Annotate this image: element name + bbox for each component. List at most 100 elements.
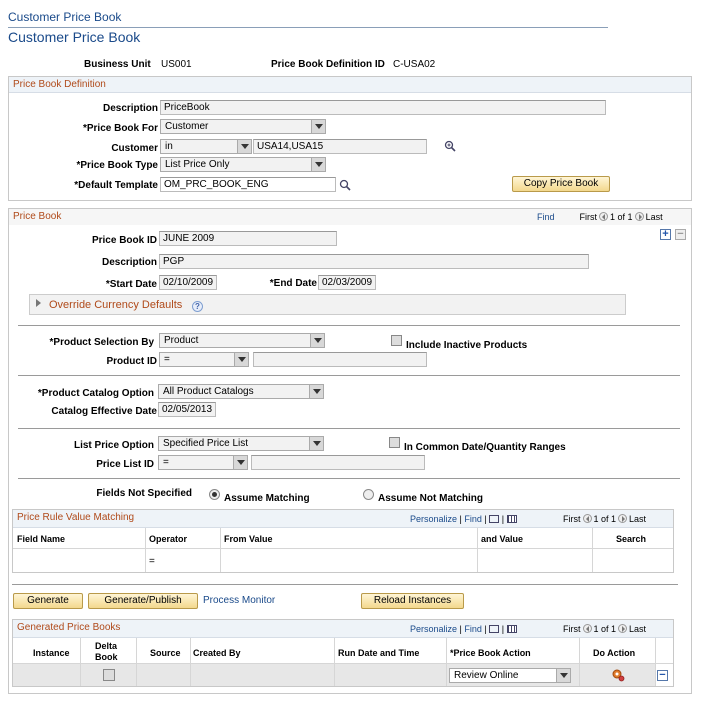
start-date-label: *Start Date bbox=[105, 279, 157, 290]
personalize-link[interactable]: Personalize bbox=[410, 514, 457, 524]
price-list-id-operator-select[interactable]: = bbox=[158, 455, 248, 470]
col-from-value: From Value bbox=[224, 534, 273, 544]
product-id-operator-value: = bbox=[164, 354, 170, 365]
col-source: Source bbox=[150, 648, 181, 658]
next-icon[interactable] bbox=[618, 514, 628, 523]
include-inactive-checkbox[interactable] bbox=[391, 335, 402, 346]
price-book-definition-header bbox=[9, 77, 691, 93]
assume-not-matching-radio[interactable] bbox=[363, 489, 374, 500]
description-input[interactable]: PriceBook bbox=[160, 100, 606, 115]
col-and-value: and Value bbox=[481, 534, 524, 544]
product-id-input[interactable] bbox=[253, 352, 427, 367]
customer-input[interactable]: USA14,USA15 bbox=[253, 139, 427, 154]
chevron-down-icon[interactable] bbox=[309, 385, 323, 398]
row-count: 1 of 1 bbox=[593, 514, 617, 524]
list-price-option-select[interactable]: Specified Price List bbox=[158, 436, 324, 451]
copy-price-book-button[interactable]: Copy Price Book bbox=[512, 176, 610, 192]
col-created-by: Created By bbox=[193, 648, 241, 658]
pb-description-input[interactable]: PGP bbox=[159, 254, 589, 269]
grid-col-divider bbox=[136, 638, 137, 686]
default-template-label: *Default Template bbox=[74, 180, 158, 191]
price-book-id-input[interactable]: JUNE 2009 bbox=[159, 231, 337, 246]
search-icon[interactable] bbox=[339, 179, 351, 191]
catalog-option-select[interactable]: All Product Catalogs bbox=[158, 384, 324, 399]
price-book-action-select[interactable]: Review Online bbox=[449, 668, 571, 683]
generate-publish-button[interactable]: Generate/Publish bbox=[88, 593, 198, 609]
col-instance: Instance bbox=[33, 648, 70, 658]
next-icon[interactable] bbox=[634, 212, 644, 221]
view-all-icon[interactable] bbox=[489, 625, 500, 633]
zoom-lookup-icon[interactable] bbox=[444, 140, 456, 152]
generated-grid-nav: Personalize | Find | | bbox=[410, 624, 517, 634]
process-monitor-link[interactable]: Process Monitor bbox=[203, 595, 275, 606]
chevron-down-icon[interactable] bbox=[234, 353, 248, 366]
col-search: Search bbox=[616, 534, 647, 544]
pb-description-label: Description bbox=[101, 257, 157, 268]
product-selection-select[interactable]: Product bbox=[159, 333, 325, 348]
last-label: Last bbox=[629, 624, 647, 634]
col-price-book-action: *Price Book Action bbox=[450, 648, 531, 658]
page-title: Customer Price Book bbox=[8, 29, 141, 45]
end-date-input[interactable]: 02/03/2009 bbox=[318, 275, 376, 290]
override-currency-label[interactable]: Override Currency Defaults bbox=[49, 299, 182, 311]
find-link[interactable]: Find bbox=[464, 624, 482, 634]
price-book-title: Price Book bbox=[13, 211, 62, 222]
find-link[interactable]: Find bbox=[537, 212, 555, 222]
catalog-option-label: *Product Catalog Option bbox=[37, 388, 154, 399]
chevron-down-icon[interactable] bbox=[310, 334, 324, 347]
default-template-input[interactable]: OM_PRC_BOOK_ENG bbox=[160, 177, 336, 192]
delete-row-icon[interactable]: − bbox=[675, 229, 686, 240]
chevron-down-icon[interactable] bbox=[311, 120, 325, 133]
chevron-down-icon[interactable] bbox=[233, 456, 247, 469]
breadcrumb-divider bbox=[8, 27, 608, 28]
do-action-gear-icon[interactable] bbox=[611, 668, 625, 682]
expand-triangle-icon[interactable] bbox=[36, 299, 41, 307]
price-list-id-label: Price List ID bbox=[96, 459, 154, 470]
view-all-icon[interactable] bbox=[489, 515, 500, 523]
divider bbox=[18, 428, 680, 429]
divider bbox=[18, 478, 680, 479]
product-selection-label: *Product Selection By bbox=[49, 337, 154, 348]
breadcrumb: Customer Price Book bbox=[8, 10, 122, 24]
price-book-type-select[interactable]: List Price Only bbox=[160, 157, 326, 172]
reload-instances-button[interactable]: Reload Instances bbox=[361, 593, 464, 609]
grid-col-divider bbox=[334, 638, 335, 686]
add-row-icon[interactable]: + bbox=[660, 229, 671, 240]
price-list-id-input[interactable] bbox=[251, 455, 425, 470]
chevron-down-icon[interactable] bbox=[311, 158, 325, 171]
chevron-down-icon[interactable] bbox=[237, 140, 251, 153]
customer-label: Customer bbox=[111, 143, 158, 154]
previous-icon[interactable] bbox=[599, 212, 609, 221]
help-icon[interactable]: ? bbox=[192, 301, 203, 312]
delete-row-icon[interactable]: − bbox=[657, 670, 668, 681]
business-unit-value: US001 bbox=[161, 59, 192, 70]
catalog-date-input[interactable]: 02/05/2013 bbox=[158, 402, 216, 417]
first-label: First bbox=[563, 514, 581, 524]
personalize-link[interactable]: Personalize bbox=[410, 624, 457, 634]
last-label: Last bbox=[645, 212, 663, 222]
business-unit-label: Business Unit bbox=[84, 59, 151, 70]
delta-book-checkbox[interactable] bbox=[103, 669, 115, 681]
customer-operator-select[interactable]: in bbox=[160, 139, 252, 154]
product-id-operator-select[interactable]: = bbox=[159, 352, 249, 367]
next-icon[interactable] bbox=[618, 624, 628, 633]
start-date-input[interactable]: 02/10/2009 bbox=[159, 275, 217, 290]
common-date-checkbox[interactable] bbox=[389, 437, 400, 448]
grid-header-border bbox=[13, 548, 673, 549]
previous-icon[interactable] bbox=[582, 514, 592, 523]
common-date-label: In Common Date/Quantity Ranges bbox=[404, 442, 566, 453]
generate-button[interactable]: Generate bbox=[13, 593, 83, 609]
download-grid-icon[interactable] bbox=[506, 625, 517, 633]
list-price-option-label: List Price Option bbox=[73, 440, 154, 451]
previous-icon[interactable] bbox=[582, 624, 592, 633]
download-grid-icon[interactable] bbox=[506, 515, 517, 523]
definition-id-value: C-USA02 bbox=[393, 59, 436, 70]
divider bbox=[18, 375, 680, 376]
price-book-for-label: *Price Book For bbox=[82, 123, 158, 134]
chevron-down-icon[interactable] bbox=[309, 437, 323, 450]
price-book-for-select[interactable]: Customer bbox=[160, 119, 326, 134]
find-link[interactable]: Find bbox=[464, 514, 482, 524]
chevron-down-icon[interactable] bbox=[556, 669, 570, 682]
assume-matching-radio[interactable] bbox=[209, 489, 220, 500]
price-rule-grid-title: Price Rule Value Matching bbox=[17, 512, 135, 523]
